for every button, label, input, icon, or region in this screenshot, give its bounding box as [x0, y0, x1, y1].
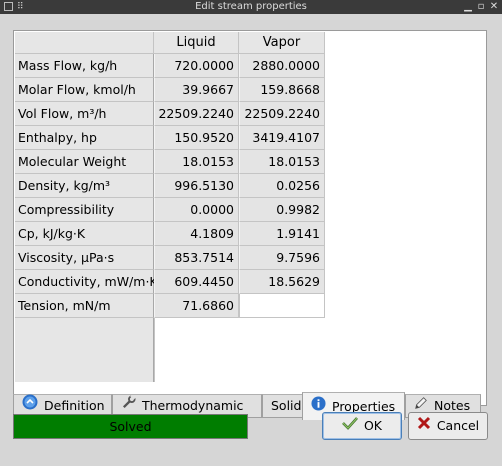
tab-notes-label: Notes	[434, 398, 471, 413]
cell-liquid[interactable]: 18.0153	[154, 150, 239, 174]
properties-table: Liquid Vapor Mass Flow, kg/h 720.0000 2880…	[13, 30, 487, 406]
cancel-icon	[417, 413, 431, 439]
row-header[interactable]: Viscosity, µPa·s	[15, 246, 154, 270]
check-icon	[342, 413, 358, 439]
column-header-liquid[interactable]: Liquid	[154, 32, 239, 54]
row-header[interactable]: Cp, kJ/kg·K	[15, 222, 154, 246]
table-corner	[15, 32, 154, 54]
cell-vapor[interactable]: 2880.0000	[239, 54, 325, 78]
row-header[interactable]: Vol Flow, m³/h	[15, 102, 154, 126]
cell-liquid[interactable]: 39.9667	[154, 78, 239, 102]
row-header[interactable]: Mass Flow, kg/h	[15, 54, 154, 78]
cell-vapor[interactable]: 18.5629	[239, 270, 325, 294]
cell-liquid[interactable]: 150.9520	[154, 126, 239, 150]
maximize-button[interactable]: ▫	[475, 1, 487, 13]
tab-definition-label: Definition	[44, 398, 105, 413]
cancel-button-label: Cancel	[436, 418, 480, 433]
row-header[interactable]: Tension, mN/m	[15, 294, 154, 318]
row-header[interactable]: Enthalpy, hp	[15, 126, 154, 150]
dialog-body: Liquid Vapor Mass Flow, kg/h 720.0000 2880…	[0, 14, 502, 466]
row-header[interactable]: Compressibility	[15, 198, 154, 222]
cell-liquid[interactable]: 720.0000	[154, 54, 239, 78]
row-header[interactable]: Molar Flow, kmol/h	[15, 78, 154, 102]
status-bar: Solved	[13, 414, 248, 439]
ok-button-label: OK	[363, 418, 383, 433]
tab-thermodynamic-label: Thermodynamic	[142, 398, 244, 413]
cell-liquid[interactable]: 0.0000	[154, 198, 239, 222]
minimize-button[interactable]: ▁	[462, 1, 474, 13]
cell-liquid[interactable]: 4.1809	[154, 222, 239, 246]
cell-vapor[interactable]: 3419.4107	[239, 126, 325, 150]
tab-solid-label: Solid	[271, 398, 302, 413]
cell-vapor[interactable]: 9.7596	[239, 246, 325, 270]
column-divider	[154, 318, 155, 382]
cell-vapor[interactable]: 0.9982	[239, 198, 325, 222]
ok-button[interactable]: OK	[322, 412, 402, 440]
row-header[interactable]: Conductivity, mW/m·K	[15, 270, 158, 294]
cell-vapor[interactable]: 22509.2240	[239, 102, 325, 126]
cell-liquid[interactable]: 22509.2240	[154, 102, 239, 126]
cell-vapor[interactable]: 1.9141	[239, 222, 325, 246]
cell-vapor[interactable]: 18.0153	[239, 150, 325, 174]
close-button[interactable]: ✕	[488, 1, 500, 13]
window-title: Edit stream properties	[195, 1, 307, 12]
column-header-vapor[interactable]: Vapor	[239, 32, 325, 54]
title-bar[interactable]: ⠿ Edit stream properties ▁ ▫ ✕	[0, 0, 502, 14]
cancel-button[interactable]: Cancel	[408, 412, 488, 440]
cell-liquid[interactable]: 996.5130	[154, 174, 239, 198]
cell-vapor[interactable]: 0.0256	[239, 174, 325, 198]
row-header[interactable]: Molecular Weight	[15, 150, 154, 174]
cell-liquid[interactable]: 609.4450	[154, 270, 239, 294]
cell-vapor[interactable]: 159.8668	[239, 78, 325, 102]
cell-liquid[interactable]: 71.6860	[154, 294, 239, 318]
cell-vapor[interactable]	[239, 294, 325, 318]
row-header-filler	[15, 318, 154, 382]
row-header[interactable]: Density, kg/m³	[15, 174, 154, 198]
cell-liquid[interactable]: 853.7514	[154, 246, 239, 270]
